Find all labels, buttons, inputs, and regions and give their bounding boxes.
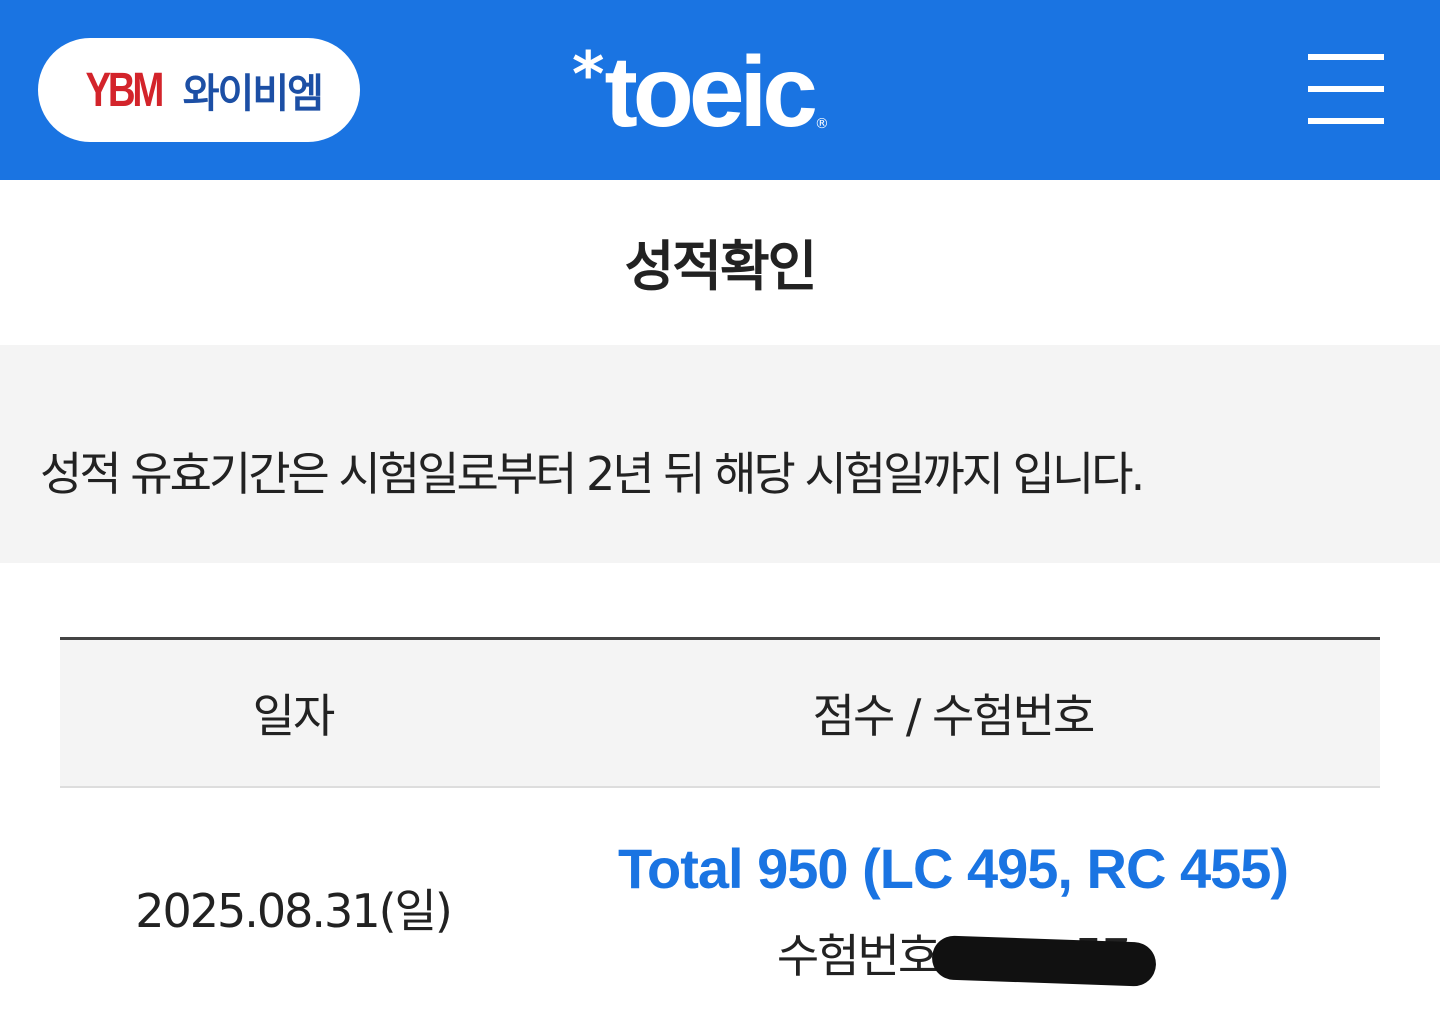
table-header: 일자 점수 / 수험번호	[60, 637, 1380, 788]
ybm-logo-text: 와이비엠	[182, 71, 324, 117]
score-total[interactable]: Total 950 (LC 495, RC 455)	[526, 836, 1380, 901]
exam-number-line: 수험번호000000057	[526, 920, 1380, 987]
exam-date: 2025.08.31(일)	[135, 884, 453, 938]
hamburger-menu-icon[interactable]	[1308, 54, 1384, 126]
column-header-date: 일자	[252, 689, 336, 743]
page-title: 성적확인	[624, 235, 818, 298]
toeic-logo-text: toeic	[604, 36, 817, 148]
ybm-logo[interactable]: YBM 와이비엠	[38, 38, 360, 142]
toeic-star-icon: *	[572, 38, 605, 111]
menu-bar-middle	[1308, 86, 1384, 92]
redaction-mark	[931, 935, 1157, 987]
ybm-logo-mark: YBM	[85, 63, 165, 117]
registered-mark: ®	[814, 116, 829, 132]
exam-number-value: 000000057	[931, 929, 1157, 987]
score-cell: Total 950 (LC 495, RC 455) 수험번호000000057	[526, 788, 1380, 1028]
validity-notice: 성적 유효기간은 시험일로부터 2년 뒤 해당 시험일까지 입니다.	[40, 447, 1145, 501]
menu-bar-bottom	[1308, 118, 1384, 124]
menu-bar-top	[1308, 54, 1384, 60]
exam-number-label: 수험번호	[776, 929, 940, 983]
toeic-logo[interactable]: * toeic ®	[572, 40, 829, 150]
column-header-score: 점수 / 수험번호	[812, 689, 1096, 743]
table-row: 2025.08.31(일) Total 950 (LC 495, RC 455)…	[60, 788, 1380, 1028]
score-table: 일자 점수 / 수험번호 2025.08.31(일) Total 950 (LC…	[60, 637, 1380, 1028]
top-header: YBM 와이비엠 * toeic ®	[0, 0, 1440, 180]
